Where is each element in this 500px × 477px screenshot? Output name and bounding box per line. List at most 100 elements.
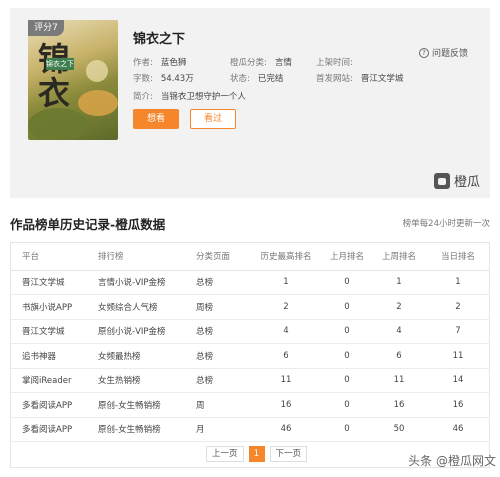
want-to-read-button[interactable]: 想看: [133, 109, 179, 129]
cell-platform: 晋江文学城: [10, 270, 98, 295]
cell-list: 原创-女生畅销榜: [98, 392, 196, 418]
cover-decoration: [86, 60, 108, 82]
cell-today: 2: [426, 294, 490, 320]
cell-best-rank: 2: [250, 294, 322, 320]
cell-today: 1: [426, 270, 490, 295]
status-label: 状态:: [230, 74, 250, 84]
table-row: 掌阅iReader 女生热销榜 总榜 11 0 11 14: [10, 368, 490, 393]
author-label: 作者:: [133, 58, 153, 68]
author-row: 作者: 蓝色狮: [133, 56, 186, 68]
intro-row: 简介: 当锦衣卫想守护一个人: [133, 90, 246, 102]
status-row: 状态: 已完结: [230, 72, 283, 84]
cell-last-week: 6: [372, 343, 426, 369]
cell-last-week: 2: [372, 294, 426, 320]
cell-best-rank: 1: [250, 270, 322, 295]
cell-today: 14: [426, 368, 490, 393]
page-1-button[interactable]: 1: [248, 446, 265, 462]
cell-best-rank: 11: [250, 368, 322, 393]
cell-list: 女生热销榜: [98, 368, 196, 393]
section-title: 作品榜单历史记录-橙瓜数据: [10, 217, 166, 232]
update-note: 榜单每24小时更新一次: [402, 219, 490, 229]
pagination: 上一页 1 下一页: [206, 446, 308, 462]
cell-category: 总榜: [196, 343, 250, 369]
have-read-button[interactable]: 看过: [190, 109, 236, 129]
cell-last-month: 0: [322, 343, 372, 369]
cell-last-week: 4: [372, 319, 426, 344]
intro-value: 当锦衣卫想守护一个人: [160, 92, 246, 102]
col-header-best-rank: 历史最高排名: [250, 242, 322, 271]
feedback-link[interactable]: ? 问题反馈: [418, 46, 468, 59]
cover-badge: 锦衣之下: [46, 58, 74, 70]
status-value: 已完结: [257, 74, 284, 84]
cell-platform: 书旗小说APP: [10, 294, 98, 320]
cell-category: 月: [196, 417, 250, 442]
cell-category: 周榜: [196, 294, 250, 320]
category-value: 言情: [274, 58, 292, 68]
ranking-history-table: 平台 排行榜 分类页面 历史最高排名 上月排名 上周排名 当日排名 晋江文学城 …: [10, 242, 490, 442]
cell-today: 7: [426, 319, 490, 344]
cell-last-month: 0: [322, 392, 372, 418]
cell-last-week: 1: [372, 270, 426, 295]
cell-list: 言情小说-VIP金榜: [98, 270, 196, 295]
category-label: 橙瓜分类:: [230, 58, 267, 68]
cell-today: 16: [426, 392, 490, 418]
cell-platform: 多看阅读APP: [10, 392, 98, 418]
cell-last-month: 0: [322, 270, 372, 295]
cell-last-month: 0: [322, 319, 372, 344]
watermark: 头条 @橙瓜网文: [408, 454, 496, 468]
cell-last-month: 0: [322, 417, 372, 442]
cell-best-rank: 16: [250, 392, 322, 418]
intro-label: 简介:: [133, 92, 153, 102]
cell-best-rank: 4: [250, 319, 322, 344]
author-value[interactable]: 蓝色狮: [161, 58, 187, 68]
words-label: 字数:: [133, 74, 153, 84]
book-title[interactable]: 锦衣之下: [133, 28, 185, 47]
category-row: 橙瓜分类: 言情: [230, 56, 292, 68]
cover-decoration: [78, 90, 118, 116]
book-cover[interactable]: 锦衣 锦衣之下: [28, 20, 118, 140]
col-header-list: 排行榜: [98, 242, 196, 271]
table-row: 书旗小说APP 女频综合人气榜 周榜 2 0 2 2: [10, 294, 490, 320]
cell-platform: 多看阅读APP: [10, 417, 98, 442]
feedback-label: 问题反馈: [431, 49, 468, 59]
cell-today: 46: [426, 417, 490, 442]
cell-category: 总榜: [196, 368, 250, 393]
cell-today: 11: [426, 343, 490, 369]
cell-last-week: 11: [372, 368, 426, 393]
cover-title: 锦衣: [38, 42, 70, 112]
brand-logo: 橙瓜: [433, 171, 480, 190]
col-header-last-month: 上月排名: [322, 242, 372, 271]
cell-platform: 掌阅iReader: [10, 368, 98, 393]
site-value: 晋江文学城: [360, 74, 404, 84]
cover-decoration: [28, 108, 88, 140]
next-page-button[interactable]: 下一页: [269, 446, 308, 462]
cell-last-month: 0: [322, 294, 372, 320]
cell-best-rank: 46: [250, 417, 322, 442]
col-header-category: 分类页面: [196, 242, 250, 271]
help-icon: ?: [418, 47, 429, 58]
table-row: 晋江文学城 原创小说-VIP金榜 总榜 4 0 4 7: [10, 319, 490, 344]
cell-best-rank: 6: [250, 343, 322, 369]
words-value: 54.43万: [160, 74, 194, 84]
brand-icon: [433, 172, 450, 189]
site-row: 首发网站: 晋江文学城: [316, 72, 403, 84]
table-row: 多看阅读APP 原创-女生畅销榜 周 16 0 16 16: [10, 392, 490, 418]
table-row: 晋江文学城 言情小说-VIP金榜 总榜 1 0 1 1: [10, 270, 490, 295]
shelf-time-label: 上架时间:: [316, 58, 353, 68]
site-label: 首发网站:: [316, 74, 353, 84]
words-row: 字数: 54.43万: [133, 72, 194, 84]
table-row: 多看阅读APP 原创-女生畅销榜 月 46 0 50 46: [10, 417, 490, 442]
book-card: 锦衣 锦衣之下 评分7 锦衣之下 ? 问题反馈 作者: 蓝色狮 橙瓜分类: 言情 上…: [10, 8, 490, 198]
cell-list: 女频最热榜: [98, 343, 196, 369]
shelf-time-row: 上架时间:: [316, 56, 361, 68]
cell-platform: 晋江文学城: [10, 319, 98, 344]
cell-list: 女频综合人气榜: [98, 294, 196, 320]
cell-category: 总榜: [196, 270, 250, 295]
cell-last-week: 50: [372, 417, 426, 442]
brand-name: 橙瓜: [453, 175, 480, 190]
cell-last-week: 16: [372, 392, 426, 418]
col-header-today: 当日排名: [426, 242, 490, 271]
prev-page-button[interactable]: 上一页: [206, 446, 244, 462]
col-header-last-week: 上周排名: [372, 242, 426, 271]
cell-last-month: 0: [322, 368, 372, 393]
